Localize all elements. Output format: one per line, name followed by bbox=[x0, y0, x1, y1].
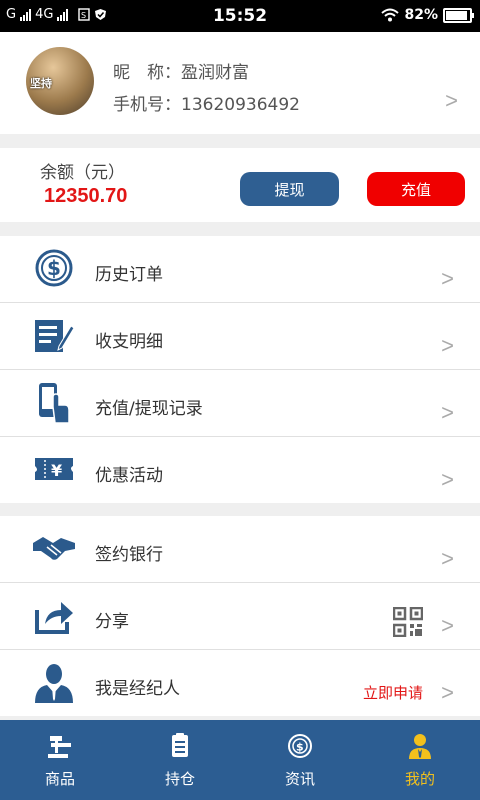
battery-icon bbox=[443, 7, 474, 23]
gavel-icon bbox=[48, 736, 71, 758]
tab-label: 资讯 bbox=[284, 770, 315, 788]
menu-item-label: 签约银行 bbox=[95, 545, 163, 565]
menu-item-share[interactable]: 分享 > bbox=[0, 583, 480, 650]
menu-group-1: $ 历史订单 > 收支明细 > 充值/提现记录 > ¥ 优惠活动 > bbox=[0, 236, 480, 503]
svg-text:¥: ¥ bbox=[51, 461, 62, 480]
qrcode-icon[interactable] bbox=[393, 607, 423, 637]
menu-item-signed-bank[interactable]: 签约银行 > bbox=[0, 516, 480, 583]
balance-card: 余额（元） 12350.70 提现 充值 bbox=[0, 148, 480, 222]
tab-positions[interactable]: 持仓 bbox=[120, 720, 240, 800]
coin-globe-icon: $ bbox=[288, 734, 312, 758]
menu-item-history-orders[interactable]: $ 历史订单 > bbox=[0, 236, 480, 303]
avatar[interactable]: 坚持 bbox=[26, 47, 94, 115]
tab-label: 商品 bbox=[44, 770, 75, 788]
ledger-edit-icon bbox=[35, 320, 75, 352]
chevron-right-icon: > bbox=[441, 400, 454, 425]
tab-label: 持仓 bbox=[164, 770, 195, 788]
chevron-right-icon: > bbox=[441, 546, 454, 571]
menu-item-promotions[interactable]: ¥ 优惠活动 > bbox=[0, 437, 480, 503]
chevron-right-icon: > bbox=[441, 467, 454, 492]
handshake-icon bbox=[33, 537, 75, 560]
nickname-row: 昵 称：盈润财富 bbox=[113, 58, 249, 83]
tab-news[interactable]: $ 资讯 bbox=[240, 720, 360, 800]
phone-label: 手机号： bbox=[113, 95, 181, 115]
chevron-right-icon: > bbox=[445, 88, 458, 113]
menu-item-recharge-records[interactable]: 充值/提现记录 > bbox=[0, 370, 480, 437]
menu-item-label: 历史订单 bbox=[95, 265, 163, 285]
nickname-value: 盈润财富 bbox=[181, 63, 249, 83]
recharge-button[interactable]: 充值 bbox=[367, 172, 465, 206]
user-icon bbox=[409, 734, 431, 759]
menu-group-2: 签约银行 > 分享 > 我是经纪人 立即申请 > bbox=[0, 516, 480, 716]
agent-person-icon bbox=[35, 664, 73, 703]
menu-item-broker[interactable]: 我是经纪人 立即申请 > bbox=[0, 650, 480, 716]
profile-card[interactable]: 坚持 昵 称：盈润财富 手机号：13620936492 > bbox=[0, 32, 480, 134]
svg-text:$: $ bbox=[47, 256, 61, 280]
dollar-circle-icon: $ bbox=[35, 249, 73, 287]
balance-value: 12350.70 bbox=[44, 185, 128, 207]
menu-item-label: 优惠活动 bbox=[95, 466, 163, 486]
menu-item-label: 我是经纪人 bbox=[95, 679, 180, 699]
withdraw-button[interactable]: 提现 bbox=[240, 172, 339, 206]
bottom-tab-bar: 商品 持仓 $ 资讯 我的 bbox=[0, 720, 480, 800]
balance-label: 余额（元） bbox=[40, 163, 125, 183]
chevron-right-icon: > bbox=[441, 333, 454, 358]
chevron-right-icon: > bbox=[441, 680, 454, 705]
status-right: 82% bbox=[381, 7, 474, 23]
menu-item-income-details[interactable]: 收支明细 > bbox=[0, 303, 480, 370]
coupon-yen-icon: ¥ bbox=[35, 458, 73, 480]
phone-value: 13620936492 bbox=[181, 95, 300, 115]
phone-tap-icon bbox=[39, 383, 70, 423]
wifi-icon bbox=[381, 8, 400, 22]
tab-products[interactable]: 商品 bbox=[0, 720, 120, 800]
tab-mine[interactable]: 我的 bbox=[360, 720, 480, 800]
battery-percent: 82% bbox=[404, 7, 438, 23]
menu-item-label: 充值/提现记录 bbox=[95, 399, 203, 419]
chevron-right-icon: > bbox=[441, 613, 454, 638]
chevron-right-icon: > bbox=[441, 266, 454, 291]
clipboard-icon bbox=[172, 733, 188, 757]
status-bar: G 4G S 15:52 82% bbox=[0, 0, 480, 32]
avatar-text: 坚持 bbox=[30, 77, 52, 90]
apply-now-link[interactable]: 立即申请 bbox=[363, 682, 423, 703]
tab-label: 我的 bbox=[404, 770, 435, 788]
phone-row: 手机号：13620936492 bbox=[113, 90, 300, 115]
menu-item-label: 分享 bbox=[95, 612, 129, 632]
nickname-label: 昵 称： bbox=[113, 63, 181, 83]
menu-item-label: 收支明细 bbox=[95, 332, 163, 352]
share-icon bbox=[35, 602, 73, 634]
svg-text:$: $ bbox=[296, 741, 304, 754]
